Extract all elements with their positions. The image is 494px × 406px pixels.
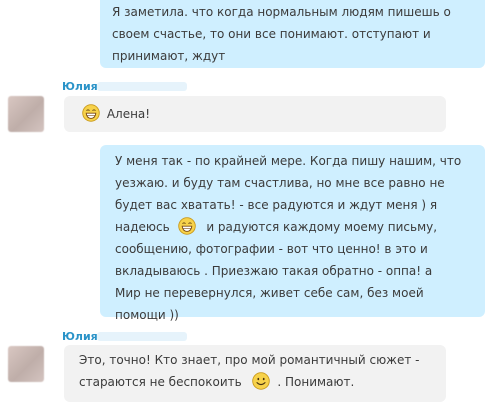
message-line: У меня так - по крайней мере. Когда пишу… bbox=[115, 154, 462, 168]
message-line: Мир не перевернулся, живет себе сам, без… bbox=[115, 286, 424, 300]
message-text: . Понимают. bbox=[277, 375, 355, 389]
laughing-emoji-icon bbox=[178, 217, 197, 235]
message-line: уезжаю. и буду там счастлива, но мне все… bbox=[115, 176, 445, 190]
sender-name-redacted bbox=[97, 332, 187, 341]
smile-emoji-icon bbox=[251, 372, 270, 390]
message-bubble-outgoing: У меня так - по крайней мере. Когда пишу… bbox=[100, 145, 485, 322]
sender-name-redacted bbox=[97, 82, 187, 91]
message-line: стараются не беспокоить . Понимают. bbox=[79, 371, 446, 393]
message-line: своем счастье, то они все понимают. отст… bbox=[112, 27, 431, 41]
avatar[interactable] bbox=[8, 96, 44, 132]
message-text: надеюсь bbox=[115, 220, 170, 234]
message-text: стараются не беспокоить bbox=[79, 375, 242, 389]
message-line: сообщению, фотографии - вот что ценно! в… bbox=[115, 242, 428, 256]
message-bubble-outgoing: Я заметила. что когда нормальным людям п… bbox=[100, 0, 485, 68]
message-bubble-incoming: Алена! bbox=[64, 96, 446, 132]
message-line: вкладываюсь . Приезжаю такая обратно - о… bbox=[115, 264, 433, 278]
message-line: помощи )) bbox=[115, 308, 179, 322]
message-line: будет вас хватать! - все радуются и ждут… bbox=[115, 198, 438, 212]
laughing-emoji-icon bbox=[82, 104, 100, 122]
message-line: Это, точно! Кто знает, про мой романтичн… bbox=[79, 353, 420, 367]
message-line: надеюсь и радуются каждому моему письму, bbox=[115, 216, 473, 238]
avatar[interactable] bbox=[8, 346, 44, 382]
sender-name[interactable]: Юлия bbox=[62, 330, 98, 343]
sender-name[interactable]: Юлия bbox=[62, 80, 98, 93]
message-text: Алена! bbox=[106, 107, 151, 121]
message-text: и радуются каждому моему письму, bbox=[206, 220, 438, 234]
message-line: принимают, ждут bbox=[112, 49, 226, 63]
message-bubble-incoming: Это, точно! Кто знает, про мой романтичн… bbox=[64, 345, 446, 402]
message-line: Я заметила. что когда нормальным людям п… bbox=[112, 5, 451, 19]
